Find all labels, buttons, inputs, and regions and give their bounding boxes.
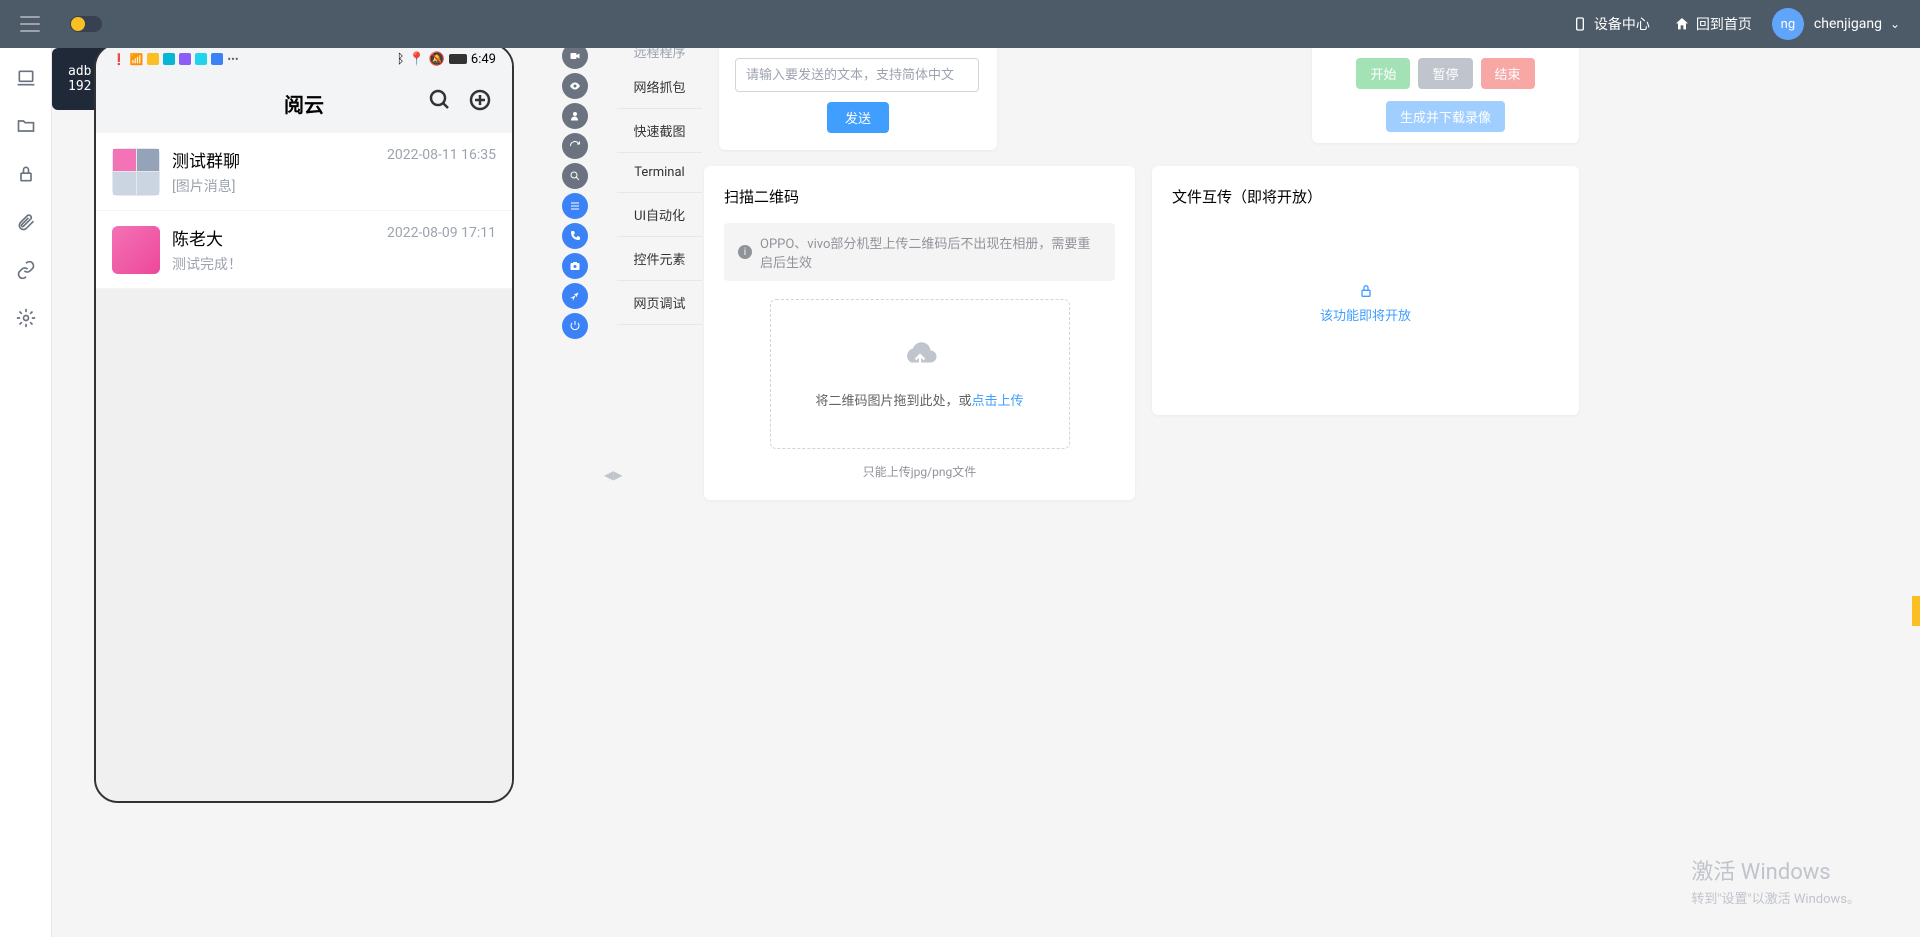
wifi-icon: 📶 <box>130 53 144 66</box>
phone-time: 6:49 <box>471 52 496 67</box>
side-user-icon[interactable] <box>562 103 588 129</box>
upload-link[interactable]: 点击上传 <box>972 394 1024 409</box>
folder-icon[interactable] <box>16 116 36 136</box>
side-rotate-icon[interactable] <box>562 133 588 159</box>
mute-icon: 🔕 <box>429 52 445 67</box>
chat-time: 2022-08-11 16:35 <box>387 147 496 172</box>
coming-soon-text: 该功能即将开放 <box>1320 305 1411 324</box>
file-transfer-card: 文件互传（即将开放） 该功能即将开放 <box>1152 166 1579 415</box>
chevron-down-icon[interactable]: ⌄ <box>1890 17 1900 31</box>
file-placeholder: 该功能即将开放 <box>1172 223 1559 383</box>
edge-indicator[interactable] <box>1912 596 1920 626</box>
qr-title: 扫描二维码 <box>724 186 1115 207</box>
chat-item[interactable]: 测试群聊 2022-08-11 16:35 [图片消息] <box>96 133 512 211</box>
side-eye-icon[interactable] <box>562 73 588 99</box>
phone-frame[interactable]: ❗ 📶 ••• ᛒ 📍 🔕 6:49 阅云 <box>94 43 514 803</box>
clip-icon[interactable] <box>16 212 36 232</box>
username[interactable]: chenjigang <box>1814 16 1882 32</box>
panel-divider[interactable]: ◀▶ <box>604 468 622 482</box>
app-title: 阅云 <box>284 89 324 118</box>
upload-text: 将二维码图片拖到此处，或点击上传 <box>815 390 1023 409</box>
content-area: ❗ 📶 ••• ᛒ 📍 🔕 6:49 阅云 <box>52 48 1920 937</box>
menu-item-terminal[interactable]: Terminal <box>617 153 702 193</box>
generate-download-button[interactable]: 生成并下载录像 <box>1386 101 1505 132</box>
home-link[interactable]: 回到首页 <box>1674 14 1752 34</box>
send-button[interactable]: 发送 <box>827 102 889 133</box>
text-send-card: 发送 <box>719 42 997 150</box>
chat-item[interactable]: 陈老大 2022-08-09 17:11 测试完成！ <box>96 211 512 289</box>
location-icon: 📍 <box>409 52 425 67</box>
menu-toggle-icon[interactable] <box>20 16 40 32</box>
theme-toggle[interactable] <box>70 16 102 32</box>
lock-icon[interactable] <box>16 164 36 184</box>
app-header: 阅云 <box>96 73 512 133</box>
menu-item-ui-auto[interactable]: UI自动化 <box>617 193 702 237</box>
devices-icon[interactable] <box>16 68 36 88</box>
search-icon[interactable] <box>428 88 452 118</box>
panel-menu: 远程程序 网络抓包 快速截图 Terminal UI自动化 控件元素 网页调试 <box>617 42 702 325</box>
end-button[interactable]: 结束 <box>1481 58 1535 89</box>
notification-icon: ❗ <box>112 53 126 66</box>
upload-zone[interactable]: 将二维码图片拖到此处，或点击上传 <box>770 299 1070 449</box>
side-list-icon[interactable] <box>562 193 588 219</box>
group-avatar <box>112 148 160 196</box>
gear-icon[interactable] <box>16 308 36 328</box>
top-header: 设备中心 回到首页 ng chenjigang ⌄ <box>0 0 1920 48</box>
chat-title: 陈老大 <box>172 225 223 250</box>
phone-mirror: ❗ 📶 ••• ᛒ 📍 🔕 6:49 阅云 <box>94 43 564 803</box>
chat-title: 测试群聊 <box>172 147 240 172</box>
device-center-link[interactable]: 设备中心 <box>1572 14 1650 34</box>
app-icon <box>211 53 223 65</box>
bluetooth-icon: ᛒ <box>397 52 405 67</box>
lock-icon <box>1358 283 1374 299</box>
qr-info-bar: i OPPO、vivo部分机型上传二维码后不出现在相册，需要重启后生效 <box>724 223 1115 281</box>
windows-watermark: 激活 Windows 转到"设置"以激活 Windows。 <box>1691 854 1860 907</box>
phone-status-bar: ❗ 📶 ••• ᛒ 📍 🔕 6:49 <box>96 45 512 73</box>
app-icon <box>179 53 191 65</box>
device-icon <box>1572 16 1588 32</box>
user-avatar <box>112 226 160 274</box>
start-button[interactable]: 开始 <box>1356 58 1410 89</box>
info-icon: i <box>738 245 752 259</box>
app-icon <box>147 53 159 65</box>
left-nav <box>0 48 52 937</box>
phone-side-buttons <box>562 43 588 339</box>
add-icon[interactable] <box>468 88 492 118</box>
qr-scan-card: 扫描二维码 i OPPO、vivo部分机型上传二维码后不出现在相册，需要重启后生… <box>704 166 1135 500</box>
chat-preview: 测试完成！ <box>172 254 496 274</box>
chat-time: 2022-08-09 17:11 <box>387 225 496 250</box>
link-icon[interactable] <box>16 260 36 280</box>
text-input[interactable] <box>735 58 979 92</box>
side-nav-icon[interactable] <box>562 283 588 309</box>
menu-item-elements[interactable]: 控件元素 <box>617 237 702 281</box>
side-phone-icon[interactable] <box>562 223 588 249</box>
menu-item-network[interactable]: 网络抓包 <box>617 65 702 109</box>
side-search-icon[interactable] <box>562 163 588 189</box>
record-card: 开始 暂停 结束 生成并下载录像 <box>1312 42 1579 143</box>
menu-item-screenshot[interactable]: 快速截图 <box>617 109 702 153</box>
file-title: 文件互传（即将开放） <box>1172 186 1559 207</box>
app-icon <box>195 53 207 65</box>
avatar[interactable]: ng <box>1772 8 1804 40</box>
pause-button[interactable]: 暂停 <box>1418 58 1472 89</box>
app-icon <box>163 53 175 65</box>
cloud-upload-icon <box>896 340 944 376</box>
chat-list: 测试群聊 2022-08-11 16:35 [图片消息] 陈老大 2022-08… <box>96 133 512 289</box>
battery-icon <box>449 54 467 64</box>
home-icon <box>1674 16 1690 32</box>
side-power-icon[interactable] <box>562 313 588 339</box>
upload-hint: 只能上传jpg/png文件 <box>724 463 1115 480</box>
side-camera-icon[interactable] <box>562 253 588 279</box>
menu-item-web-debug[interactable]: 网页调试 <box>617 281 702 325</box>
chat-preview: [图片消息] <box>172 176 496 196</box>
phone-blank-area[interactable] <box>96 289 512 803</box>
